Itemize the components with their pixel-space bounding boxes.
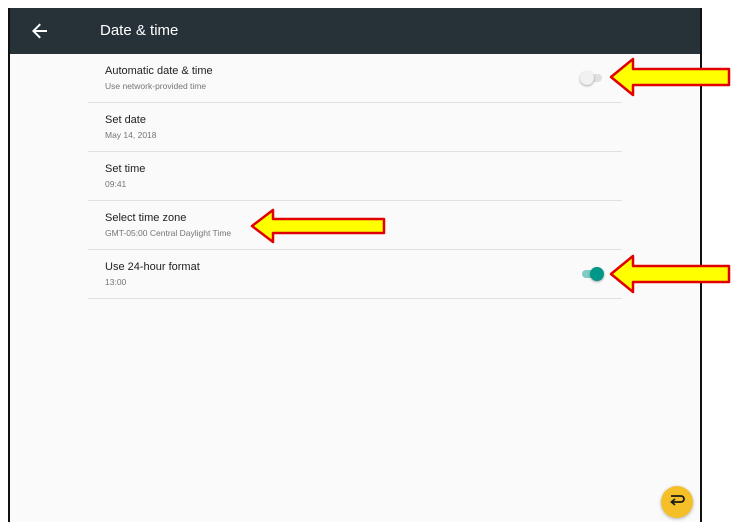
- app-bar: Date & time: [10, 8, 700, 54]
- setting-subtitle: GMT-05:00 Central Daylight Time: [105, 228, 232, 238]
- automatic-date-time-toggle[interactable]: [580, 71, 604, 85]
- setting-set-date[interactable]: Set date May 14, 2018: [88, 103, 622, 152]
- arrow-back-icon[interactable]: [28, 19, 52, 43]
- setting-title: Use 24-hour format: [105, 261, 200, 273]
- return-icon: [670, 495, 685, 506]
- setting-set-time[interactable]: Set time 09:41: [88, 152, 622, 201]
- toggle-thumb: [590, 267, 604, 281]
- setting-title: Automatic date & time: [105, 65, 213, 77]
- page-title: Date & time: [100, 22, 179, 39]
- setting-title: Set date: [105, 114, 146, 126]
- setting-subtitle: Use network-provided time: [105, 81, 207, 91]
- setting-automatic-date-time[interactable]: Automatic date & time Use network-provid…: [88, 54, 622, 103]
- 24-hour-format-toggle[interactable]: [580, 267, 604, 281]
- setting-title: Set time: [105, 163, 146, 175]
- setting-subtitle: 13:00: [105, 277, 127, 287]
- toggle-thumb: [580, 71, 594, 85]
- settings-screen: Date & time Automatic date & time Use ne…: [8, 8, 702, 522]
- annotation-arrow-time-zone: [250, 208, 386, 244]
- settings-list: Automatic date & time Use network-provid…: [88, 54, 622, 299]
- setting-title: Select time zone: [105, 212, 187, 224]
- setting-24-hour-format[interactable]: Use 24-hour format 13:00: [88, 250, 622, 299]
- setting-subtitle: 09:41: [105, 179, 127, 189]
- annotation-arrow-automatic-toggle: [609, 57, 731, 97]
- setting-subtitle: May 14, 2018: [105, 130, 157, 140]
- annotation-arrow-24-hour-toggle: [609, 254, 731, 294]
- return-button[interactable]: [661, 486, 693, 518]
